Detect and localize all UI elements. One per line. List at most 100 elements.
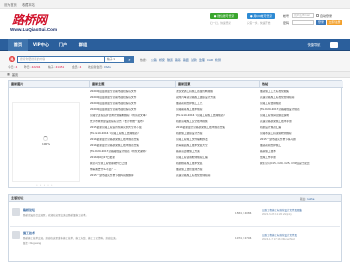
reply-item[interactable]: 隧道初期支护施工工艺 (176, 102, 256, 105)
reply-item[interactable]: JTG G10-2016《公路工程施工监理规范》 (176, 114, 256, 117)
auto-login-label: 自动登录 (320, 14, 333, 18)
nav-portal[interactable]: 门户 (54, 39, 72, 51)
wechat-icon: ● (213, 14, 217, 18)
latest-topics-header: 最新主题 (89, 81, 175, 88)
top-bar: 设为首页 收藏本站 (0, 0, 350, 9)
nav-home[interactable]: 首页 (8, 39, 28, 51)
forum-icon[interactable] (12, 231, 20, 239)
hot-post-item[interactable]: 公路工程预算定额及说明 (260, 114, 340, 117)
shortcut-nav[interactable]: 快捷导航 (300, 39, 328, 51)
reply-item[interactable]: 桥梁桩基施工技术交底 (176, 162, 256, 165)
hot-posts-header: 热帖 (259, 81, 343, 88)
topic-item[interactable]: 2020年度最新最全公路市政招投标文件 (90, 90, 172, 93)
set-homepage-link[interactable]: 设为首页 (4, 2, 17, 7)
hot-link-test[interactable]: 试验 (191, 58, 197, 62)
reply-item[interactable]: 公路路基施工技术规程 (176, 108, 256, 111)
hot-post-item[interactable]: 高速公路桥梁施工技术手册 (260, 120, 340, 123)
site-url: Www.LuQiaoSui.Com (10, 27, 58, 32)
latest-replies-header: 最新回复 (175, 81, 259, 88)
search-button[interactable]: ⌕ (125, 56, 134, 63)
hot-post-item[interactable]: 我们公司C15, C20, C25, C30混凝土配比 (260, 162, 340, 165)
hot-link-pavement[interactable]: 路面 (183, 58, 189, 62)
reply-item[interactable]: 公路工程试验检测规程汇编 (176, 156, 256, 159)
hot-post-item[interactable]: 路基施工技术 (260, 150, 340, 153)
hot-link-tunnel[interactable]: 隧道 (167, 58, 173, 62)
topic-item[interactable]: 2020年度最新最全公路市政招投标文件 (90, 108, 172, 111)
hot-link-supervision[interactable]: 监理 (199, 58, 205, 62)
topic-item[interactable]: 2020年度最新最全公路市政招投标文件 (90, 102, 172, 105)
stat-newest-member: 欢迎新会员: Xlvtu (88, 65, 112, 69)
topic-item[interactable]: 2016最新最全公路桥梁施工技术规范合集 (90, 138, 172, 141)
hot-post-item[interactable]: 公路水运工程试验检测规程 (260, 132, 340, 135)
stat-members: 会员: 4 (72, 65, 82, 69)
forum-post-count: 1584 / 4086 (235, 211, 252, 215)
wechat-login-button[interactable]: ●微信账号登录 (210, 13, 238, 19)
hot-link-subgrade[interactable]: 路基 (175, 58, 181, 62)
search-type-select[interactable]: 帖子 ▾ (105, 56, 125, 63)
topic-item[interactable]: 长沙市城市建设招投标公告（长沙市统一发布） (90, 120, 172, 123)
reply-item[interactable]: 公路工程竣工文件编制办法 (176, 138, 256, 141)
forum-moderator[interactable]: 版主: Duguang (23, 241, 41, 245)
hot-post-item[interactable]: 监理工作手册 (260, 156, 340, 159)
topic-item[interactable]: 你来我去什么不变？... (90, 168, 172, 171)
forum-icon[interactable] (12, 208, 20, 216)
topic-item[interactable]: 2015最新公路工程造价预算实例大全书下载 (90, 126, 172, 129)
reply-item[interactable]: 浅议交通工程施工质量控制措施 (176, 90, 256, 93)
topic-item[interactable]: 2015一建市政实务章节题库真题题库 (90, 174, 172, 177)
topic-item[interactable]: 公路全过程造价咨询计划编制规程（附示范文本） (90, 114, 172, 117)
reply-item[interactable]: 路基高边坡施工方案 (176, 150, 256, 153)
hot-post-item[interactable]: 高速公路施工标准化管理指南 (260, 96, 340, 99)
topic-item[interactable]: 2016最新最全公路桥梁施工技术规范合集 (90, 144, 172, 147)
add-favorite-link[interactable]: 收藏本站 (22, 2, 35, 7)
login-button[interactable]: 登录 (316, 20, 326, 25)
search-input[interactable]: 搜索你要搜索的内容 (17, 56, 105, 63)
loading-spinner-icon (43, 136, 48, 141)
hot-link-cad[interactable]: CAD (207, 58, 213, 62)
topic-item[interactable]: 2020年度最新最全公路市政招投标文件 (90, 96, 172, 99)
topic-item[interactable]: JTG D20-2017公路路线设计规范（附条文说明） (90, 150, 172, 153)
reply-item[interactable]: 双向六车道公路施工组织设计方案 (176, 96, 256, 99)
topic-item[interactable]: 我公司全新工程管理软件已上线 (90, 162, 172, 165)
account-label: 帐号 (283, 14, 290, 18)
register-button[interactable]: 立即注册 (327, 20, 342, 25)
hot-link-bridge[interactable]: 桥梁 (159, 58, 165, 62)
forum-last-post[interactable]: 公路工程施工标准化设计文件及图集 (262, 208, 340, 212)
wechat-login-hint: 扫一扫，快速登录 (210, 22, 231, 25)
nav-groups[interactable]: 群组 (74, 39, 92, 51)
reply-item[interactable]: 桥梁高墩施工安全技术措施 (176, 120, 256, 123)
reply-item[interactable]: 高速公路施工标准化管理指南 (176, 174, 256, 177)
hot-link-highway[interactable]: 公路 (151, 58, 157, 62)
hot-link-inspection[interactable]: 检测 (215, 58, 221, 62)
forum-last-post[interactable]: 公路工程施工标准化设计文件及 (262, 233, 340, 237)
site-logo[interactable]: 路桥网 (12, 11, 47, 28)
forum-post-count: 1074 / 2706 (235, 236, 252, 240)
menu-icon[interactable] (330, 42, 338, 48)
reply-item[interactable]: 桥梁施工组织设计方案 (176, 132, 256, 135)
qq-login-button[interactable]: ●用QQ帐号登录 (247, 13, 275, 19)
breadcrumb-home[interactable]: 首页 (12, 73, 18, 77)
hot-post-item[interactable]: 桥梁设计规范汇编 (260, 126, 340, 129)
stat-today: 今日: 4 (8, 65, 18, 69)
hot-post-item[interactable]: 2015一建市政实务章节练习题 (260, 138, 340, 141)
reply-item[interactable]: 沥青路面施工技术交底大全 (176, 144, 256, 147)
search-icon: ⌕ (128, 57, 131, 62)
password-input[interactable] (292, 20, 314, 25)
hot-post-item[interactable]: 隧道施工工艺标准化图集 (260, 90, 340, 93)
hot-post-item[interactable]: JTG D20-2017公路路线设计规范 (260, 108, 340, 111)
hot-post-item[interactable]: 公路工程监理规范 (260, 102, 340, 105)
hot-post-item[interactable]: 隧道初期支护施工 (260, 144, 340, 147)
image-loading-percent: 100% (42, 142, 50, 146)
password-label: 密码 (283, 21, 290, 25)
auto-login-checkbox[interactable] (316, 14, 319, 17)
nav-vip[interactable]: VIP中心 (30, 39, 52, 51)
forum-title[interactable]: 路桥论坛 (23, 208, 35, 212)
forum-last-post-meta: 2024-1-7 17:16 XRunerTest (262, 238, 295, 241)
topic-item[interactable]: JTG G10-2016《公路工程施工监理规范》 (90, 132, 172, 135)
stat-posts: 帖子: 41451 (48, 65, 65, 69)
reply-item[interactable]: 2016最新最全公路桥梁施工技术规范合集 (176, 126, 256, 129)
slideshow-dots[interactable]: • • • • • (36, 183, 53, 187)
reply-item[interactable]: 隧道施工监控量测方案 (176, 168, 256, 171)
forum-title[interactable]: 施工技术 (23, 231, 35, 235)
topic-item[interactable]: 2016年6月27日更新 (90, 156, 172, 159)
account-input[interactable]: 用户名/Email (292, 13, 314, 18)
